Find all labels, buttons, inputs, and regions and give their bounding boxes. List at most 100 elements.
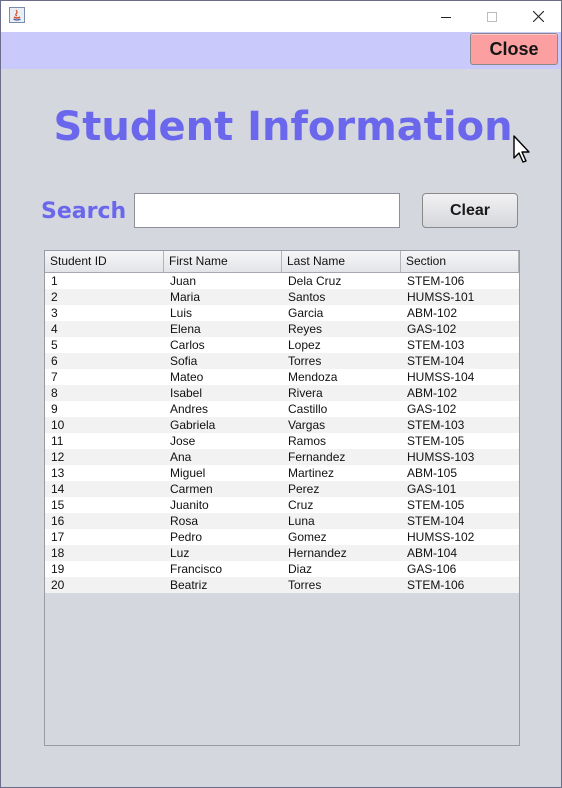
table-cell[interactable]: Castillo bbox=[282, 401, 401, 417]
table-cell[interactable]: Carlos bbox=[164, 337, 282, 353]
table-cell[interactable]: Vargas bbox=[282, 417, 401, 433]
table-cell[interactable]: HUMSS-104 bbox=[401, 369, 519, 385]
search-input[interactable] bbox=[134, 193, 400, 228]
table-cell[interactable]: ABM-104 bbox=[401, 545, 519, 561]
table-cell[interactable]: Luis bbox=[164, 305, 282, 321]
table-cell[interactable]: STEM-103 bbox=[401, 337, 519, 353]
table-cell[interactable]: 20 bbox=[45, 577, 164, 593]
table-cell[interactable]: Andres bbox=[164, 401, 282, 417]
table-cell[interactable]: GAS-101 bbox=[401, 481, 519, 497]
table-row[interactable]: 19 Francisco Diaz GAS-106 bbox=[45, 561, 519, 577]
table-cell[interactable]: 3 bbox=[45, 305, 164, 321]
table-cell[interactable]: GAS-102 bbox=[401, 401, 519, 417]
table-cell[interactable]: Pedro bbox=[164, 529, 282, 545]
table-row[interactable]: 4 Elena Reyes GAS-102 bbox=[45, 321, 519, 337]
table-row[interactable]: 16 Rosa Luna STEM-104 bbox=[45, 513, 519, 529]
table-cell[interactable]: GAS-106 bbox=[401, 561, 519, 577]
table-cell[interactable]: HUMSS-102 bbox=[401, 529, 519, 545]
table-cell[interactable]: STEM-106 bbox=[401, 273, 519, 289]
table-cell[interactable]: Francisco bbox=[164, 561, 282, 577]
table-cell[interactable]: 4 bbox=[45, 321, 164, 337]
table-row[interactable]: 6 Sofia Torres STEM-104 bbox=[45, 353, 519, 369]
table-cell[interactable]: Maria bbox=[164, 289, 282, 305]
table-cell[interactable]: Lopez bbox=[282, 337, 401, 353]
table-row[interactable]: 8 Isabel Rivera ABM-102 bbox=[45, 385, 519, 401]
column-header-first-name[interactable]: First Name bbox=[164, 251, 282, 272]
column-header-student-id[interactable]: Student ID bbox=[45, 251, 164, 272]
table-cell[interactable]: Rivera bbox=[282, 385, 401, 401]
table-cell[interactable]: ABM-102 bbox=[401, 385, 519, 401]
column-header-last-name[interactable]: Last Name bbox=[282, 251, 401, 272]
window-close-button[interactable] bbox=[515, 1, 561, 32]
table-row[interactable]: 5 Carlos Lopez STEM-103 bbox=[45, 337, 519, 353]
close-button[interactable]: Close bbox=[470, 33, 558, 65]
table-cell[interactable]: 9 bbox=[45, 401, 164, 417]
table-cell[interactable]: Juanito bbox=[164, 497, 282, 513]
table-cell[interactable]: Martinez bbox=[282, 465, 401, 481]
clear-button[interactable]: Clear bbox=[422, 193, 518, 228]
table-cell[interactable]: 16 bbox=[45, 513, 164, 529]
table-cell[interactable]: STEM-106 bbox=[401, 577, 519, 593]
maximize-button[interactable] bbox=[469, 1, 515, 32]
table-cell[interactable]: 11 bbox=[45, 433, 164, 449]
table-cell[interactable]: Luz bbox=[164, 545, 282, 561]
table-cell[interactable]: Ramos bbox=[282, 433, 401, 449]
table-row[interactable]: 7 Mateo Mendoza HUMSS-104 bbox=[45, 369, 519, 385]
table-cell[interactable]: STEM-104 bbox=[401, 353, 519, 369]
table-row[interactable]: 15 Juanito Cruz STEM-105 bbox=[45, 497, 519, 513]
table-cell[interactable]: Mendoza bbox=[282, 369, 401, 385]
table-cell[interactable]: Rosa bbox=[164, 513, 282, 529]
table-cell[interactable]: Sofia bbox=[164, 353, 282, 369]
table-cell[interactable]: Isabel bbox=[164, 385, 282, 401]
table-row[interactable]: 20 Beatriz Torres STEM-106 bbox=[45, 577, 519, 593]
table-cell[interactable]: STEM-105 bbox=[401, 497, 519, 513]
table-row[interactable]: 1 Juan Dela Cruz STEM-106 bbox=[45, 273, 519, 289]
table-cell[interactable]: 1 bbox=[45, 273, 164, 289]
table-row[interactable]: 11 Jose Ramos STEM-105 bbox=[45, 433, 519, 449]
table-cell[interactable]: Torres bbox=[282, 577, 401, 593]
table-cell[interactable]: Luna bbox=[282, 513, 401, 529]
table-cell[interactable]: Dela Cruz bbox=[282, 273, 401, 289]
column-header-section[interactable]: Section bbox=[401, 251, 519, 272]
table-cell[interactable]: Diaz bbox=[282, 561, 401, 577]
table-cell[interactable]: ABM-105 bbox=[401, 465, 519, 481]
table-cell[interactable]: 18 bbox=[45, 545, 164, 561]
table-cell[interactable]: Santos bbox=[282, 289, 401, 305]
table-row[interactable]: 12 Ana Fernandez HUMSS-103 bbox=[45, 449, 519, 465]
table-cell[interactable]: HUMSS-103 bbox=[401, 449, 519, 465]
table-cell[interactable]: 19 bbox=[45, 561, 164, 577]
table-cell[interactable]: Ana bbox=[164, 449, 282, 465]
table-cell[interactable]: GAS-102 bbox=[401, 321, 519, 337]
title-bar[interactable] bbox=[1, 1, 561, 32]
table-cell[interactable]: ABM-102 bbox=[401, 305, 519, 321]
table-cell[interactable]: 2 bbox=[45, 289, 164, 305]
table-cell[interactable]: Reyes bbox=[282, 321, 401, 337]
table-cell[interactable]: 13 bbox=[45, 465, 164, 481]
student-table[interactable]: Student ID First Name Last Name Section … bbox=[44, 250, 520, 746]
table-cell[interactable]: 5 bbox=[45, 337, 164, 353]
table-cell[interactable]: Gomez bbox=[282, 529, 401, 545]
table-cell[interactable]: Beatriz bbox=[164, 577, 282, 593]
table-cell[interactable]: Elena bbox=[164, 321, 282, 337]
table-cell[interactable]: Garcia bbox=[282, 305, 401, 321]
table-cell[interactable]: Torres bbox=[282, 353, 401, 369]
table-row[interactable]: 9 Andres Castillo GAS-102 bbox=[45, 401, 519, 417]
table-cell[interactable]: Mateo bbox=[164, 369, 282, 385]
table-cell[interactable]: Hernandez bbox=[282, 545, 401, 561]
table-cell[interactable]: 15 bbox=[45, 497, 164, 513]
table-row[interactable]: 13 Miguel Martinez ABM-105 bbox=[45, 465, 519, 481]
table-row[interactable]: 14 Carmen Perez GAS-101 bbox=[45, 481, 519, 497]
table-cell[interactable]: STEM-105 bbox=[401, 433, 519, 449]
table-cell[interactable]: 6 bbox=[45, 353, 164, 369]
table-cell[interactable]: 14 bbox=[45, 481, 164, 497]
table-cell[interactable]: Cruz bbox=[282, 497, 401, 513]
table-cell[interactable]: STEM-104 bbox=[401, 513, 519, 529]
table-cell[interactable]: Jose bbox=[164, 433, 282, 449]
table-cell[interactable]: 7 bbox=[45, 369, 164, 385]
table-row[interactable]: 10 Gabriela Vargas STEM-103 bbox=[45, 417, 519, 433]
table-cell[interactable]: Perez bbox=[282, 481, 401, 497]
table-row[interactable]: 2 Maria Santos HUMSS-101 bbox=[45, 289, 519, 305]
table-cell[interactable]: 17 bbox=[45, 529, 164, 545]
table-cell[interactable]: Juan bbox=[164, 273, 282, 289]
table-cell[interactable]: Miguel bbox=[164, 465, 282, 481]
